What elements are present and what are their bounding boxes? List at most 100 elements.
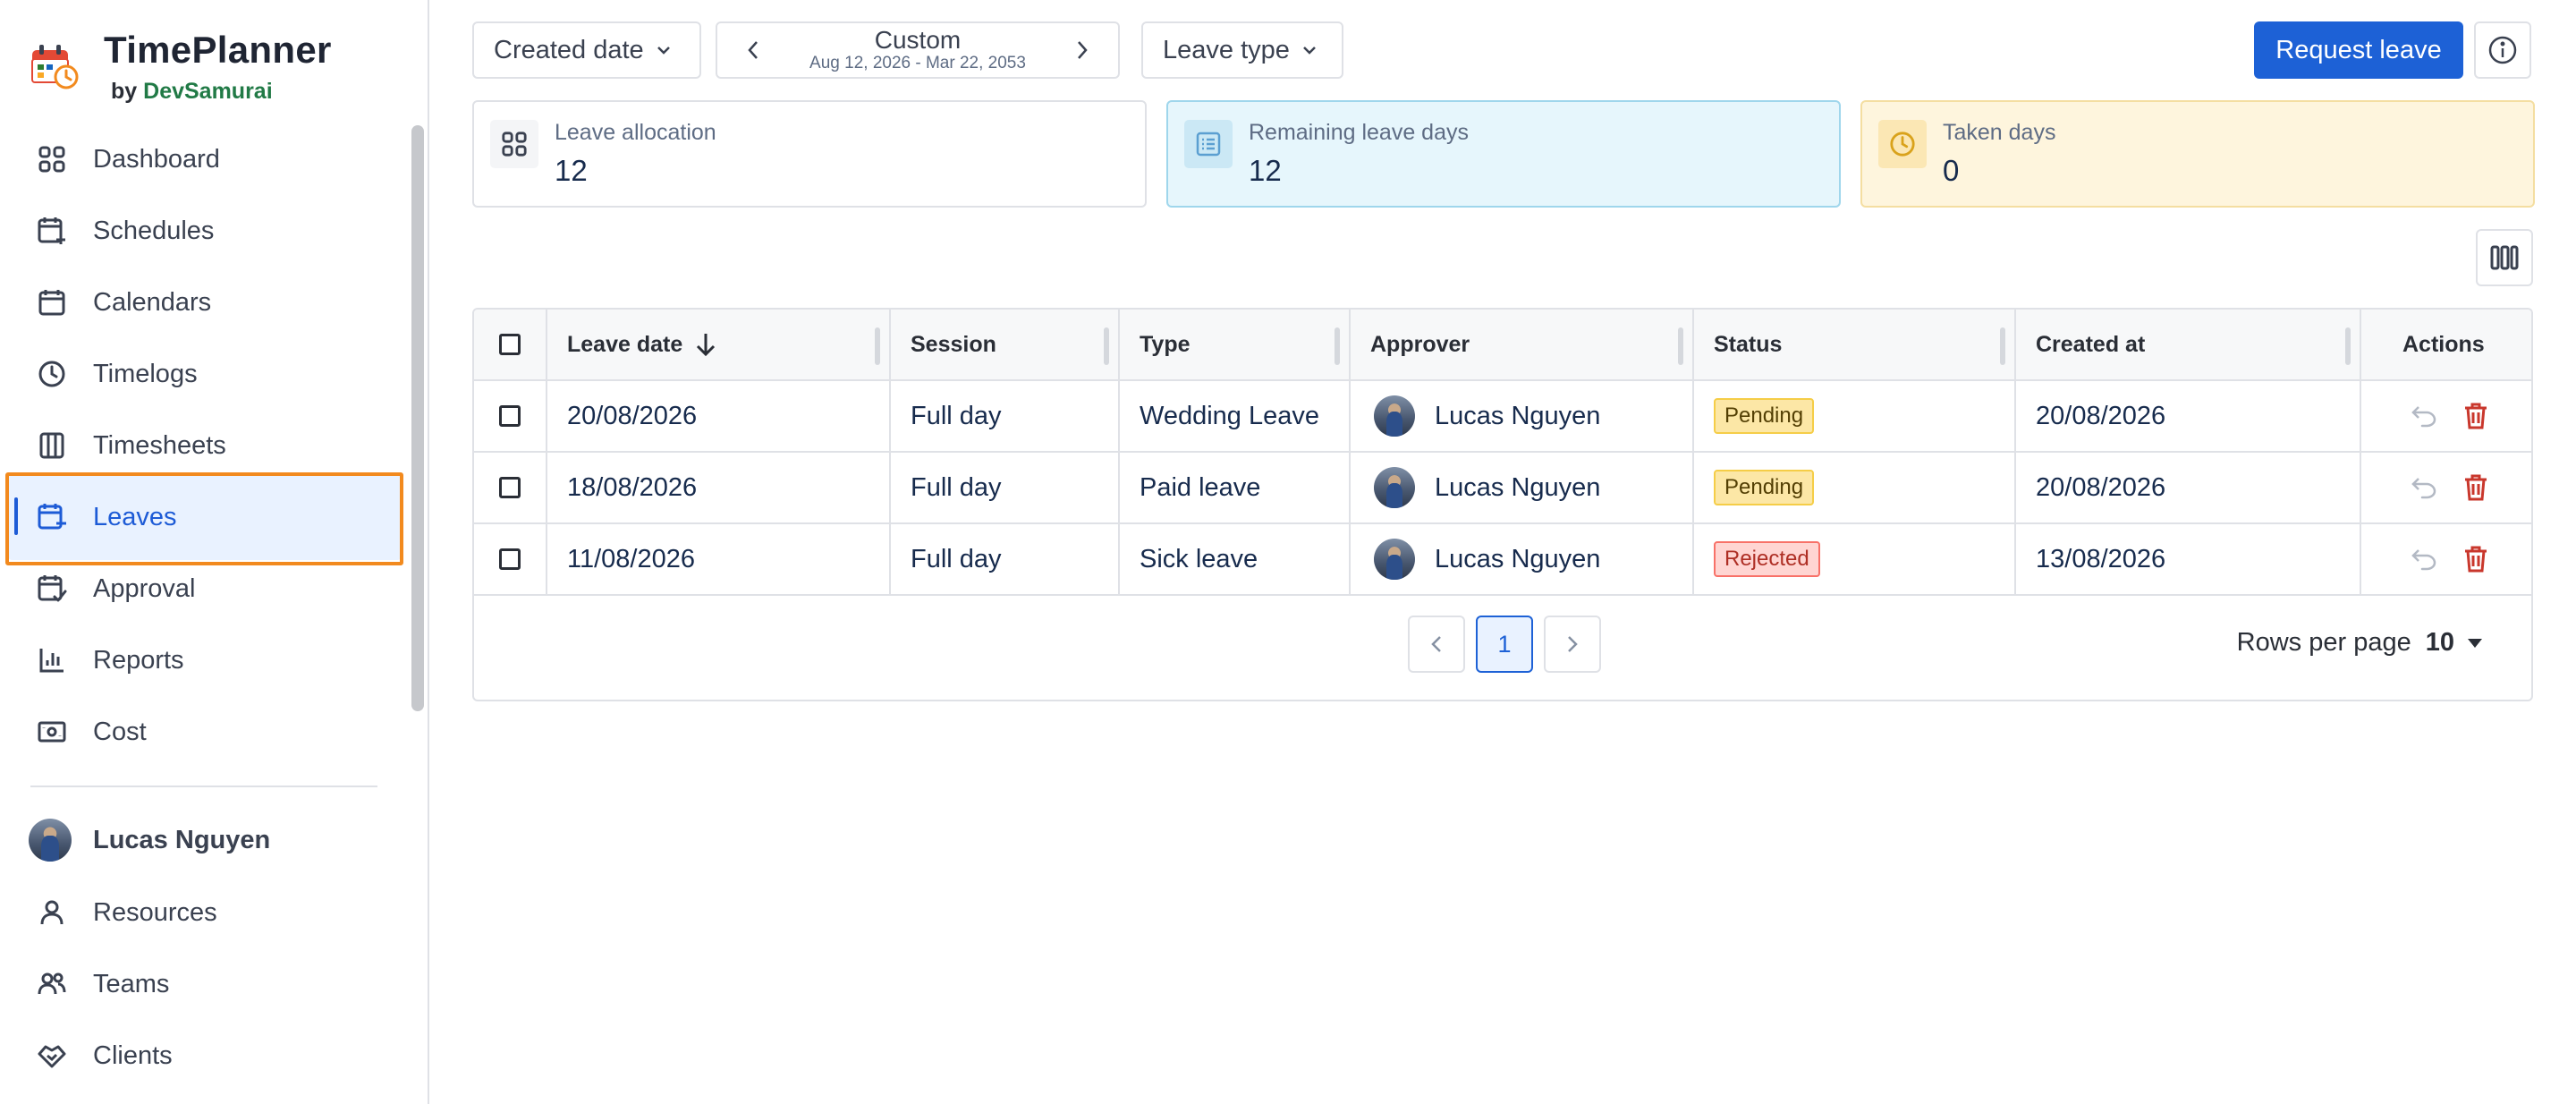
calendar-minus-icon [34, 499, 70, 535]
timeplanner-logo-icon [31, 45, 79, 89]
status-badge: Pending [1714, 470, 1815, 505]
card-value: 12 [555, 154, 588, 187]
actions-cell [2406, 381, 2494, 451]
rows-per-page-select[interactable]: 10 [2426, 628, 2454, 658]
approver-name: Lucas Nguyen [1435, 472, 1601, 502]
undo-icon[interactable] [2406, 398, 2442, 434]
by-text: by [111, 79, 138, 104]
trash-icon[interactable] [2458, 541, 2494, 577]
date-range-display[interactable]: Custom Aug 12, 2026 - Mar 22, 2053 [809, 27, 1026, 73]
undo-icon[interactable] [2406, 541, 2442, 577]
avatar [1374, 539, 1415, 580]
trash-icon[interactable] [2458, 470, 2494, 505]
leave-date-cell: 18/08/2026 [567, 472, 698, 502]
sidebar-item-cost[interactable]: Cost [7, 689, 402, 775]
leave-type-filter[interactable]: Leave type [1141, 21, 1343, 79]
column-resize-handle[interactable] [2000, 327, 2005, 365]
approver-name: Lucas Nguyen [1435, 401, 1601, 430]
leaves-table: Leave date Session Type Approver Status … [472, 308, 2533, 701]
prev-page-button[interactable] [1408, 616, 1465, 673]
sidebar-item-clients[interactable]: Clients [7, 1013, 402, 1099]
grid-icon [34, 141, 70, 177]
type-cell: Sick leave [1140, 544, 1258, 573]
column-resize-handle[interactable] [2345, 327, 2351, 365]
chevron-right-icon[interactable] [1064, 32, 1100, 68]
leave-date-header[interactable]: Leave date [567, 310, 716, 379]
money-icon [34, 714, 70, 750]
session-header[interactable]: Session [911, 310, 996, 379]
table-row[interactable]: 18/08/2026 Full day Paid leave Lucas Ngu… [474, 453, 2531, 524]
status-cell: Pending [1714, 453, 1815, 522]
sidebar-item-label: Schedules [93, 216, 215, 245]
rows-per-page-label: Rows per page [2236, 628, 2411, 657]
status-header[interactable]: Status [1714, 310, 1782, 379]
page-button-current[interactable]: 1 [1476, 616, 1533, 673]
info-icon [2488, 36, 2517, 64]
card-label: Remaining leave days [1249, 120, 1469, 145]
grid-icon [490, 120, 538, 168]
clock-icon [1878, 120, 1927, 168]
created-date-label: Created date [494, 35, 644, 64]
list-icon [1184, 120, 1233, 168]
bar-chart-icon [34, 642, 70, 678]
caret-down-icon[interactable] [2467, 638, 2483, 649]
select-all-checkbox[interactable] [499, 334, 521, 355]
column-resize-handle[interactable] [1678, 327, 1683, 365]
sidebar: TimePlanner by DevSamurai Dashboard Sche… [0, 0, 429, 1104]
date-mode: Custom [874, 26, 962, 54]
created-date-filter[interactable]: Created date [472, 21, 701, 79]
session-cell: Full day [911, 472, 1002, 502]
clock-icon [34, 356, 70, 392]
handshake-icon [34, 1038, 70, 1074]
type-header[interactable]: Type [1140, 310, 1191, 379]
person-icon [34, 895, 70, 930]
actions-header: Actions [2402, 331, 2485, 357]
date-range-picker[interactable]: Custom Aug 12, 2026 - Mar 22, 2053 [716, 21, 1120, 79]
chevron-left-icon[interactable] [735, 32, 771, 68]
column-resize-handle[interactable] [1335, 327, 1340, 365]
chevron-down-icon [1303, 47, 1316, 55]
calendar-check-icon [34, 571, 70, 607]
sidebar-scrollbar[interactable] [411, 125, 424, 711]
column-resize-handle[interactable] [875, 327, 880, 365]
columns-icon [34, 428, 70, 463]
sidebar-divider [30, 786, 377, 787]
sidebar-item-label: Clients [93, 1040, 173, 1070]
row-checkbox[interactable] [499, 405, 521, 427]
card-value: 0 [1943, 154, 1960, 187]
table-row[interactable]: 11/08/2026 Full day Sick leave Lucas Ngu… [474, 524, 2531, 596]
type-cell: Paid leave [1140, 472, 1261, 502]
next-page-button[interactable] [1544, 616, 1601, 673]
avatar [1374, 395, 1415, 437]
app-name: TimePlanner [104, 29, 332, 71]
column-settings-button[interactable] [2476, 229, 2533, 286]
created-at-header[interactable]: Created at [2036, 310, 2145, 379]
approver-cell: Lucas Nguyen [1374, 453, 1600, 522]
calendar-icon [34, 284, 70, 320]
sidebar-item-label: Cost [93, 717, 147, 746]
current-user[interactable]: Lucas Nguyen [29, 816, 270, 864]
trash-icon[interactable] [2458, 398, 2494, 434]
request-leave-button[interactable]: Request leave [2254, 21, 2463, 79]
approver-header[interactable]: Approver [1370, 310, 1470, 379]
select-all-cell [499, 310, 521, 379]
info-button[interactable] [2474, 21, 2531, 79]
leave-type-label: Leave type [1163, 35, 1290, 64]
sidebar-item-label: Timelogs [93, 359, 198, 388]
sidebar-item-label: Resources [93, 897, 217, 927]
session-cell: Full day [911, 544, 1002, 573]
pagination: 1 Rows per page 10 [474, 596, 2531, 700]
row-checkbox[interactable] [499, 548, 521, 570]
brand[interactable]: TimePlanner by DevSamurai [30, 27, 406, 107]
calendar-plus-icon [34, 213, 70, 249]
table-row[interactable]: 20/08/2026 Full day Wedding Leave Lucas … [474, 381, 2531, 453]
approver-cell: Lucas Nguyen [1374, 524, 1600, 594]
status-badge: Rejected [1714, 541, 1820, 577]
row-checkbox[interactable] [499, 477, 521, 498]
undo-icon[interactable] [2406, 470, 2442, 505]
sidebar-item-label: Timesheets [93, 430, 226, 460]
chevron-right-icon [1568, 636, 1578, 652]
sidebar-item-label: Dashboard [93, 144, 220, 174]
remaining-leave-card: Remaining leave days 12 [1166, 100, 1841, 208]
column-resize-handle[interactable] [1104, 327, 1109, 365]
